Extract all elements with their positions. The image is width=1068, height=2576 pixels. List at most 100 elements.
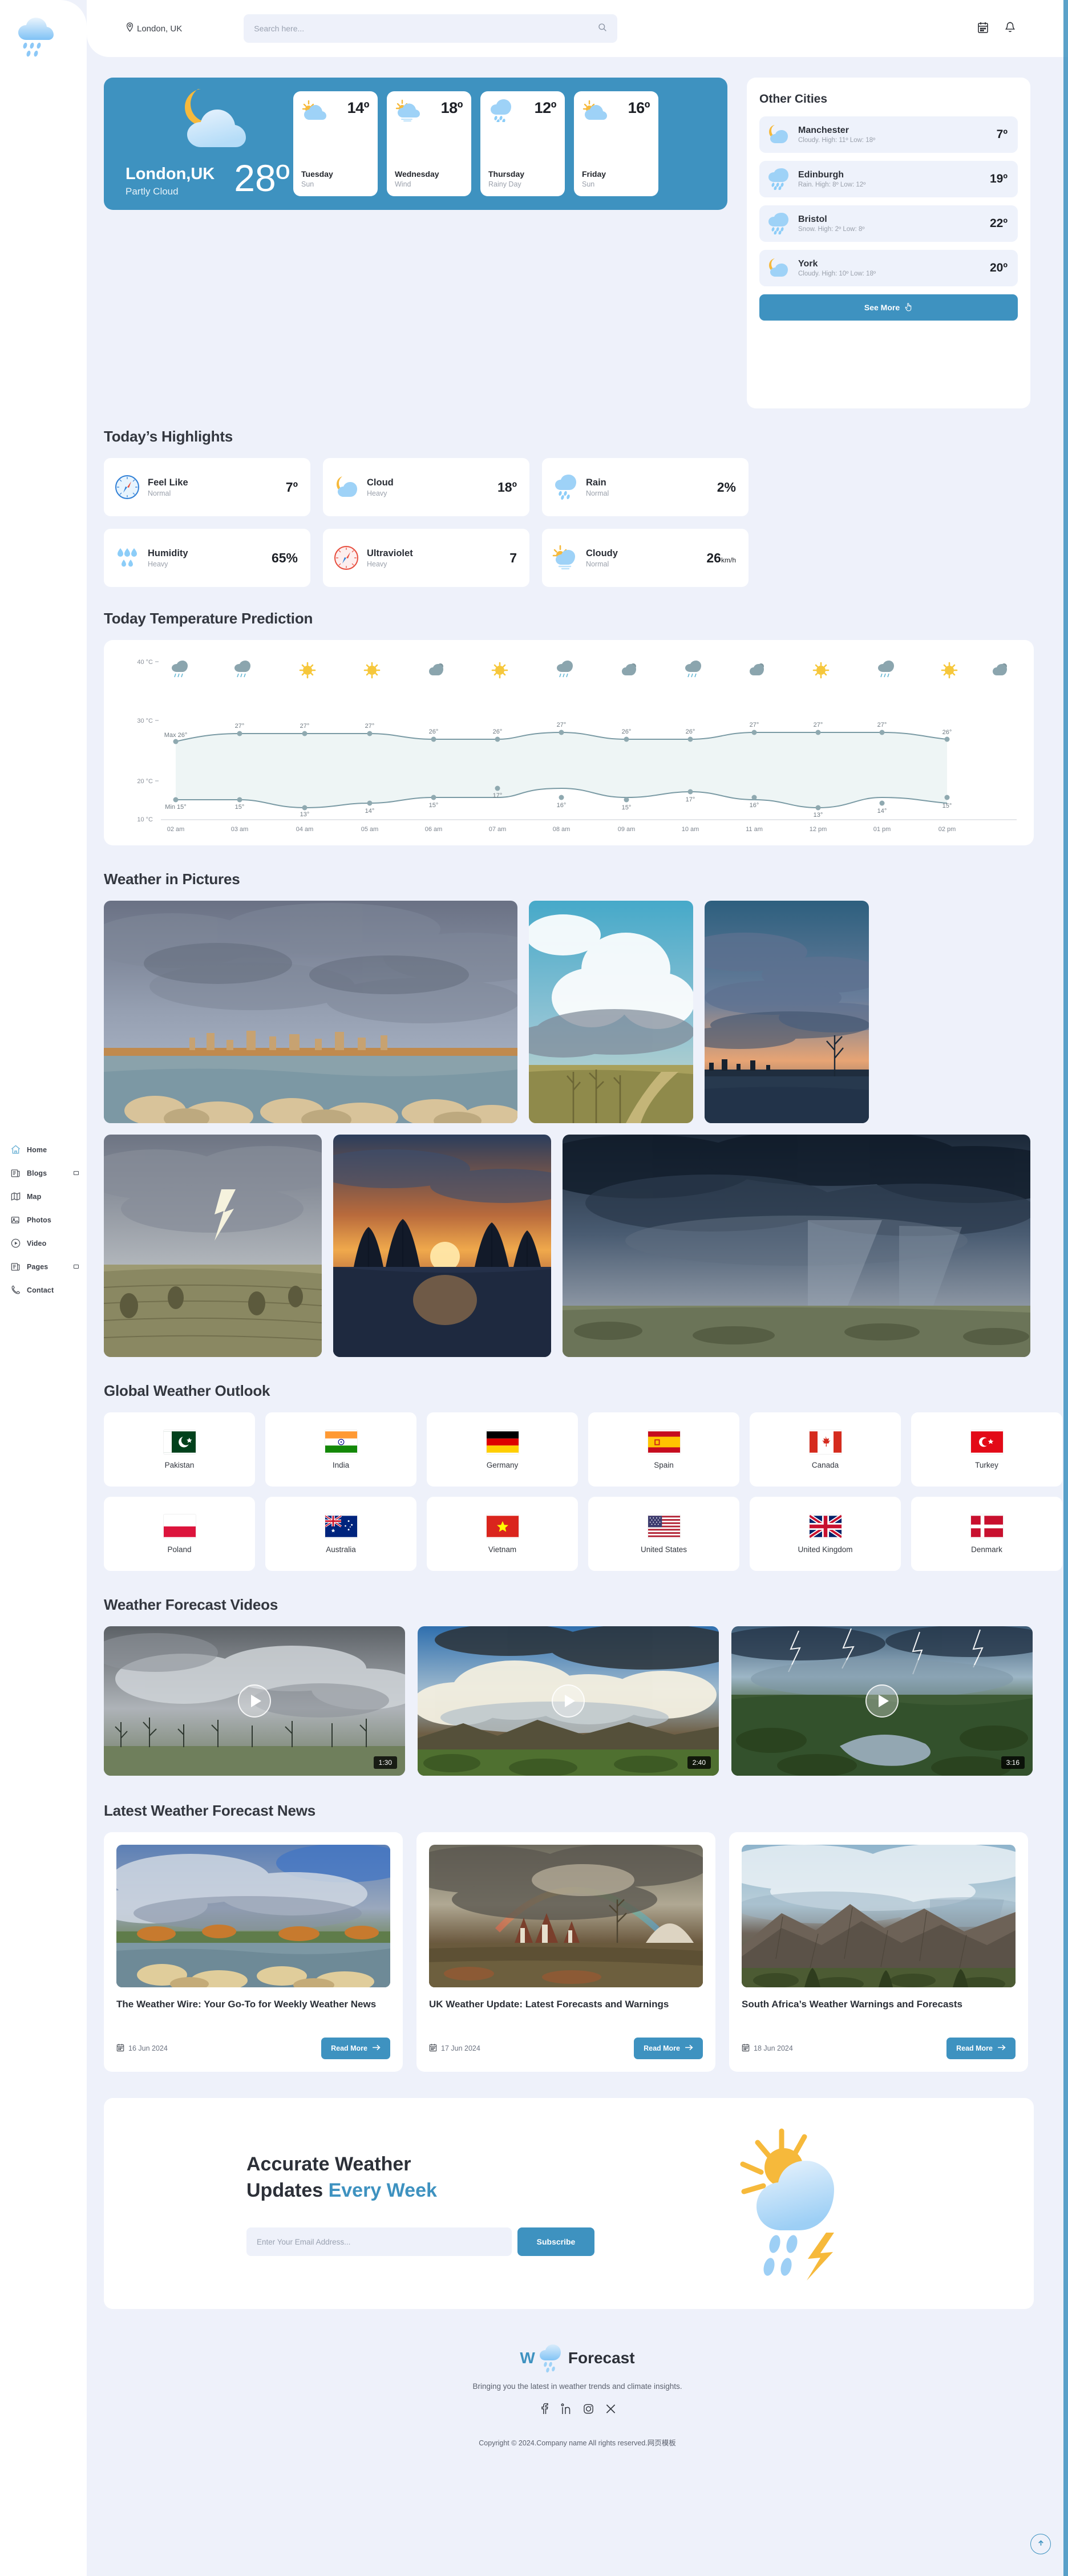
news-card[interactable]: South Africa’s Weather Warnings and Fore… xyxy=(729,1832,1028,2072)
search-bar[interactable] xyxy=(244,14,618,43)
forecast-card[interactable]: 16º Friday Sun xyxy=(574,91,658,196)
highlight-status: Heavy xyxy=(367,560,387,568)
flag-dk-icon xyxy=(970,1514,1003,1538)
app-logo[interactable] xyxy=(0,0,87,63)
highlight-value: 2% xyxy=(717,479,736,495)
city-name: Bristol xyxy=(798,214,827,224)
news-headline: UK Weather Update: Latest Forecasts and … xyxy=(429,1999,669,2010)
highlight-value-unit: km/h xyxy=(721,556,736,564)
linkedin-icon[interactable] xyxy=(561,2403,572,2417)
highlight-card-feel-like[interactable]: Feel Like Normal 7º xyxy=(104,458,310,516)
country-card-australia[interactable]: Australia xyxy=(265,1497,416,1571)
video-card[interactable]: 3:16 xyxy=(731,1626,1033,1776)
picture-thumb[interactable] xyxy=(705,901,869,1123)
sidebar-item-contact[interactable]: Contact xyxy=(0,1278,87,1302)
highlight-card-cloud[interactable]: Cloud Heavy 18º xyxy=(323,458,529,516)
video-card[interactable]: 1:30 xyxy=(104,1626,405,1776)
email-field[interactable] xyxy=(246,2227,512,2257)
country-card-poland[interactable]: Poland xyxy=(104,1497,255,1571)
pictures-row-2 xyxy=(104,1135,1068,1357)
video-card[interactable]: 2:40 xyxy=(418,1626,719,1776)
search-input[interactable] xyxy=(254,24,598,33)
read-more-button[interactable]: Read More xyxy=(321,2038,390,2059)
sidebar-item-blogs[interactable]: Blogs xyxy=(0,1161,87,1185)
picture-thumb[interactable] xyxy=(333,1135,551,1357)
country-card-germany[interactable]: Germany xyxy=(427,1412,578,1487)
rain-cloud-logo-icon xyxy=(539,2344,561,2373)
country-card-united-kingdom[interactable]: United Kingdom xyxy=(750,1497,901,1571)
x-icon[interactable] xyxy=(605,2403,616,2417)
play-button[interactable] xyxy=(865,1684,899,1718)
topbar: London, UK xyxy=(87,0,1068,57)
country-card-india[interactable]: India xyxy=(265,1412,416,1487)
video-duration: 1:30 xyxy=(373,1756,397,1769)
footer: W Forecast Bringing you the latest in we… xyxy=(87,2343,1068,2465)
country-name: United States xyxy=(640,1545,687,1554)
bell-icon[interactable] xyxy=(1005,21,1016,37)
location-display[interactable]: London, UK xyxy=(126,22,182,35)
read-more-button[interactable]: Read More xyxy=(634,2038,703,2059)
picture-thumb[interactable] xyxy=(563,1135,1030,1357)
sidebar-item-map[interactable]: Map xyxy=(0,1185,87,1208)
country-card-spain[interactable]: Spain xyxy=(588,1412,739,1487)
city-temp: 19º xyxy=(989,172,1008,185)
forecast-temp: 18º xyxy=(440,99,463,116)
sidebar-item-video[interactable]: Video xyxy=(0,1232,87,1255)
picture-thumb[interactable] xyxy=(104,901,517,1123)
news-icon xyxy=(10,1261,21,1272)
see-more-button[interactable]: See More xyxy=(759,294,1018,321)
city-row[interactable]: Edinburgh Rain. High: 8º Low: 12º 19º xyxy=(759,161,1018,197)
read-more-label: Read More xyxy=(956,2044,993,2052)
search-icon[interactable] xyxy=(598,23,607,35)
country-card-pakistan[interactable]: Pakistan xyxy=(104,1412,255,1487)
facebook-icon[interactable] xyxy=(539,2403,549,2417)
svg-text:10 am: 10 am xyxy=(682,826,699,833)
city-row[interactable]: Manchester Cloudy. High: 11º Low: 18º 7º xyxy=(759,116,1018,153)
highlight-card-ultraviolet[interactable]: Ultraviolet Heavy 7 xyxy=(323,529,529,587)
sidebar-item-pages[interactable]: Pages xyxy=(0,1255,87,1278)
forecast-day: Tuesday xyxy=(301,169,333,179)
highlight-card-cloudy[interactable]: Cloudy Normal 26km/h xyxy=(542,529,749,587)
svg-text:26°: 26° xyxy=(686,728,695,735)
city-summary: Rain. High: 8º Low: 12º xyxy=(798,181,866,188)
read-more-button[interactable]: Read More xyxy=(946,2038,1016,2059)
play-button[interactable] xyxy=(238,1684,271,1718)
highlight-card-humidity[interactable]: Humidity Heavy 65% xyxy=(104,529,310,587)
highlight-card-rain[interactable]: Rain Normal 2% xyxy=(542,458,749,516)
country-card-canada[interactable]: Canada xyxy=(750,1412,901,1487)
newsletter-card: Accurate Weather Updates Every Week Subs… xyxy=(104,2098,1034,2309)
forecast-card[interactable]: 12º Thursday Rainy Day xyxy=(480,91,565,196)
news-card[interactable]: The Weather Wire: Your Go-To for Weekly … xyxy=(104,1832,403,2072)
forecast-card[interactable]: 14º Tuesday Sun xyxy=(293,91,378,196)
news-date: 16 Jun 2024 xyxy=(116,2043,168,2053)
city-row[interactable]: York Cloudy. High: 10º Low: 18º 20º xyxy=(759,250,1018,286)
country-card-vietnam[interactable]: Vietnam xyxy=(427,1497,578,1571)
picture-thumb[interactable] xyxy=(529,901,693,1123)
news-title: Latest Weather Forecast News xyxy=(104,1802,316,1819)
pictures-title: Weather in Pictures xyxy=(104,870,240,888)
svg-text:17°: 17° xyxy=(493,792,503,799)
footer-logo[interactable]: W Forecast xyxy=(87,2343,1068,2373)
country-name: Pakistan xyxy=(164,1460,195,1469)
newsletter-line-1: Accurate Weather xyxy=(246,2153,411,2175)
instagram-icon[interactable] xyxy=(583,2403,594,2417)
scroll-to-top-button[interactable] xyxy=(1030,2534,1051,2554)
subscribe-button[interactable]: Subscribe xyxy=(517,2227,594,2257)
sun-cloud-wind-icon xyxy=(552,545,575,570)
city-row[interactable]: Bristol Snow. High: 2º Low: 8º 22º xyxy=(759,205,1018,242)
forecast-card[interactable]: 18º Wednesday Wind xyxy=(387,91,471,196)
phone-icon xyxy=(10,1285,21,1295)
right-scroll-rail[interactable] xyxy=(1063,0,1068,2576)
svg-text:26°: 26° xyxy=(493,728,503,735)
play-button[interactable] xyxy=(552,1684,585,1718)
highlight-status: Heavy xyxy=(148,560,168,568)
country-card-turkey[interactable]: Turkey xyxy=(911,1412,1062,1487)
sidebar-item-home[interactable]: Home xyxy=(0,1138,87,1161)
calendar-icon[interactable] xyxy=(977,21,989,37)
news-card[interactable]: UK Weather Update: Latest Forecasts and … xyxy=(416,1832,715,2072)
country-card-denmark[interactable]: Denmark xyxy=(911,1497,1062,1571)
sidebar-item-photos[interactable]: Photos xyxy=(0,1208,87,1232)
svg-text:15°: 15° xyxy=(622,804,632,811)
picture-thumb[interactable] xyxy=(104,1135,322,1357)
country-card-united-states[interactable]: United States xyxy=(588,1497,739,1571)
